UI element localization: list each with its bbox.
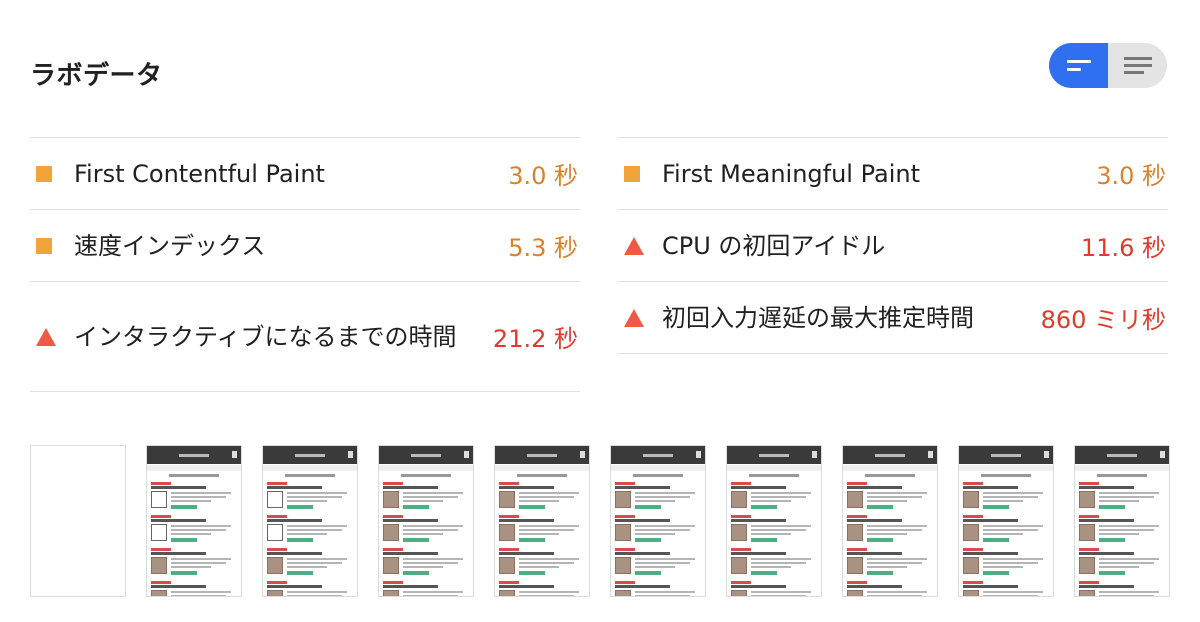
average-square-icon (36, 165, 52, 182)
section-title: ラボデータ (30, 61, 163, 91)
metric-label: First Meaningful Paint (662, 159, 920, 188)
metric-value: 5.3 秒 (508, 234, 578, 262)
metric-time-to-interactive: インタラクティブになるまでの時間 21.2 秒 (30, 282, 580, 392)
filmstrip-frame (494, 445, 590, 597)
filmstrip-frame (378, 445, 474, 597)
metrics-column-left: First Contentful Paint 3.0 秒 速度インデックス 5.… (30, 137, 580, 392)
metric-label: 速度インデックス (74, 231, 266, 260)
metric-label: CPU の初回アイドル (662, 231, 886, 260)
fail-triangle-icon (624, 236, 644, 255)
metric-value: 3.0 秒 (508, 162, 578, 190)
filmstrip-frame (262, 445, 358, 597)
view-toggle[interactable] (1049, 43, 1167, 88)
metric-value: 860 ミリ秒 (1040, 306, 1166, 334)
view-list-icon (1123, 56, 1152, 74)
filmstrip-frame (842, 445, 938, 597)
metric-max-potential-fid: 初回入力遅延の最大推定時間 860 ミリ秒 (618, 282, 1168, 354)
metric-first-contentful-paint: First Contentful Paint 3.0 秒 (30, 138, 580, 210)
view-bars-icon (1066, 59, 1091, 71)
metric-first-meaningful-paint: First Meaningful Paint 3.0 秒 (618, 138, 1168, 210)
view-list-button[interactable] (1108, 43, 1167, 88)
average-square-icon (624, 165, 640, 182)
metric-value: 11.6 秒 (1080, 234, 1166, 262)
metric-speed-index: 速度インデックス 5.3 秒 (30, 210, 580, 282)
view-bars-button[interactable] (1049, 43, 1108, 88)
filmstrip-frame (146, 445, 242, 597)
metric-value: 21.2 秒 (492, 325, 578, 353)
filmstrip-frame (610, 445, 706, 597)
metric-label: 初回入力遅延の最大推定時間 (662, 303, 974, 332)
filmstrip-frame (958, 445, 1054, 597)
filmstrip (30, 445, 1170, 597)
fail-triangle-icon (624, 308, 644, 327)
metric-label: First Contentful Paint (74, 159, 325, 188)
average-square-icon (36, 237, 52, 254)
metric-value: 3.0 秒 (1096, 162, 1166, 190)
metric-first-cpu-idle: CPU の初回アイドル 11.6 秒 (618, 210, 1168, 282)
filmstrip-frame (1074, 445, 1170, 597)
filmstrip-frame (30, 445, 126, 597)
metrics-column-right: First Meaningful Paint 3.0 秒 CPU の初回アイドル… (618, 137, 1168, 354)
fail-triangle-icon (36, 327, 56, 346)
filmstrip-frame (726, 445, 822, 597)
metric-label: インタラクティブになるまでの時間 (74, 322, 457, 351)
